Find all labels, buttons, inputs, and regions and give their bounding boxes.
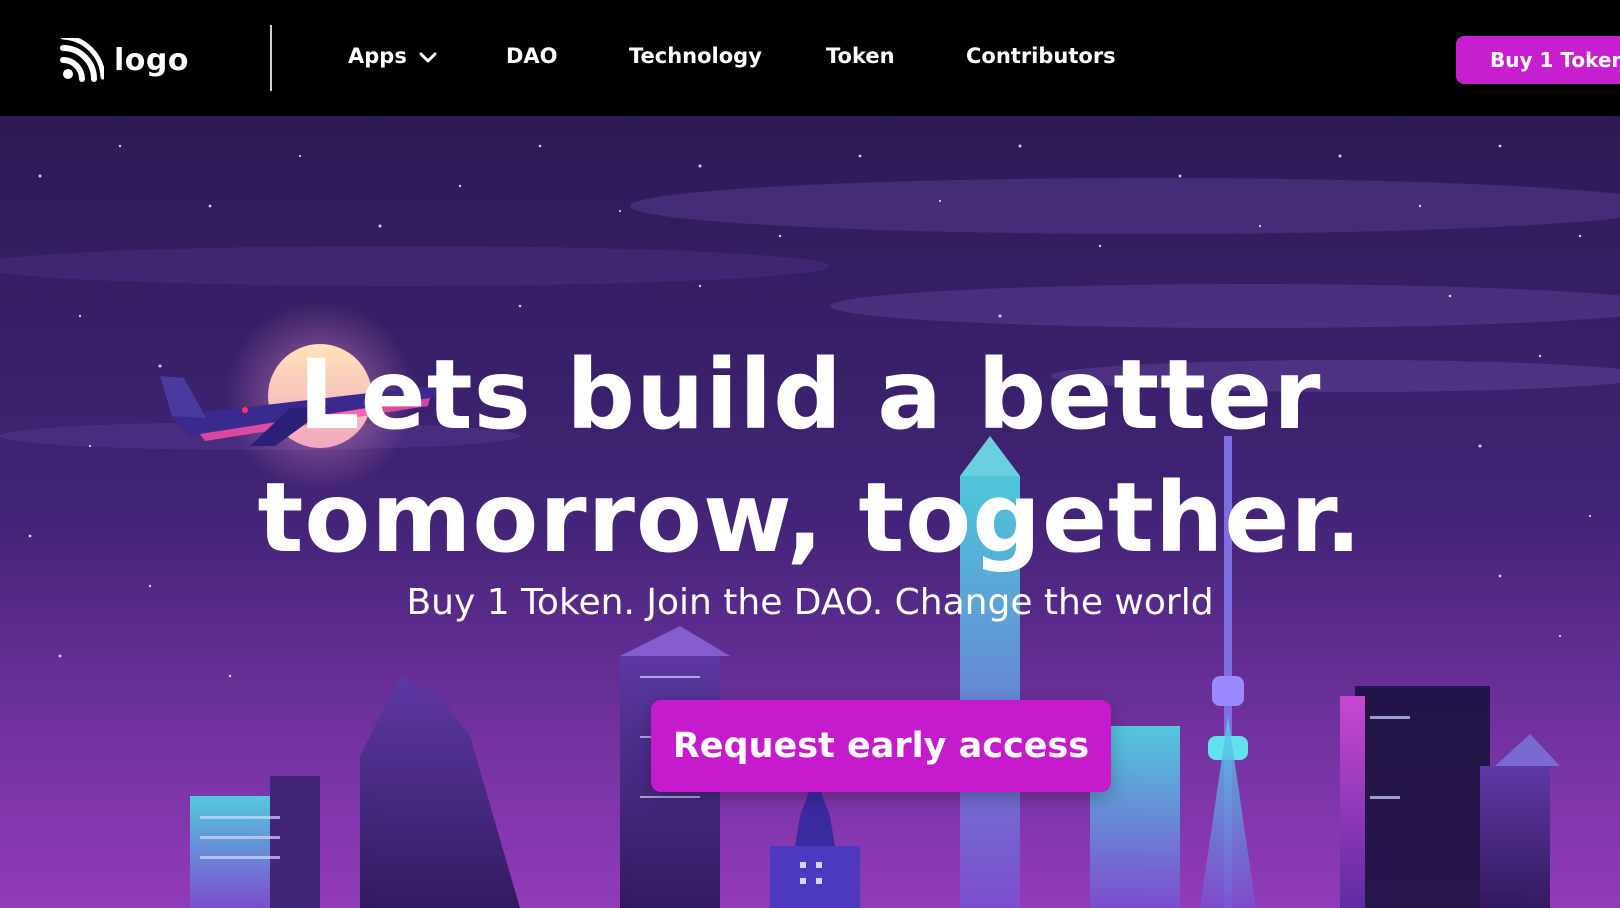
- nav-technology-link[interactable]: Technology: [629, 44, 762, 68]
- nav-apps-label: Apps: [348, 44, 407, 68]
- chevron-down-icon: [419, 52, 437, 63]
- top-navbar: logo Apps DAO Technology Token Contribut…: [0, 0, 1620, 116]
- logo-text: logo: [114, 42, 189, 78]
- nav-contributors-link[interactable]: Contributors: [966, 44, 1116, 68]
- nav-apps-dropdown[interactable]: Apps: [348, 44, 437, 68]
- nav-dao-link[interactable]: DAO: [506, 44, 558, 68]
- hero-headline-line2: tomorrow, together.: [257, 462, 1363, 574]
- hero-section: Lets build a better tomorrow, together. …: [0, 116, 1620, 908]
- logo[interactable]: logo: [60, 36, 189, 84]
- hero-subtitle: Buy 1 Token. Join the DAO. Change the wo…: [406, 582, 1214, 623]
- buy-token-button[interactable]: Buy 1 Token: [1456, 36, 1620, 84]
- nav-divider: [270, 25, 272, 91]
- request-early-access-button[interactable]: Request early access: [651, 700, 1111, 792]
- hero-headline-line1: Lets build a better: [298, 339, 1322, 451]
- nav-token-link[interactable]: Token: [826, 44, 895, 68]
- rss-wave-icon: [60, 38, 104, 82]
